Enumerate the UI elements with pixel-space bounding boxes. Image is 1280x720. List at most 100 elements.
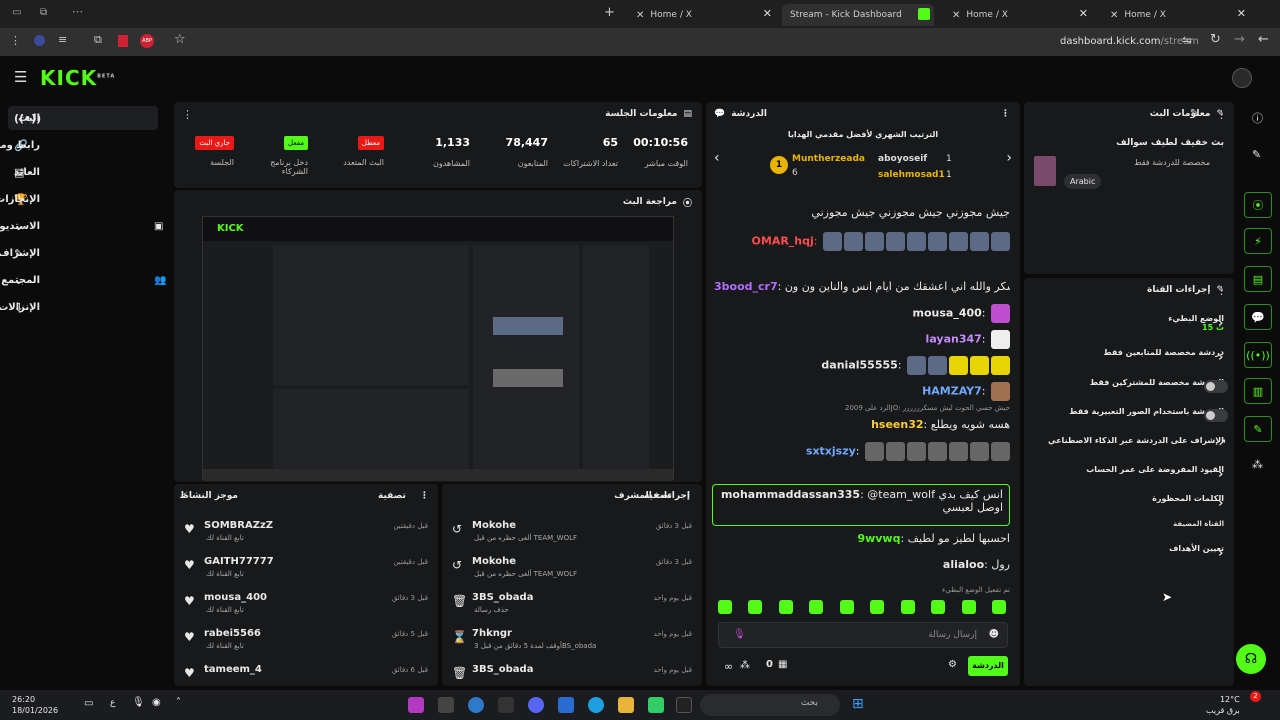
menu-dots-icon[interactable]: ⋮ (10, 34, 21, 47)
support-button[interactable]: ☊ (1236, 644, 1266, 674)
more-options-icon[interactable]: ⋮ (684, 491, 693, 501)
task-view-icon[interactable] (676, 697, 692, 713)
kick-logo[interactable]: KICKBETA (40, 66, 115, 90)
explorer-icon[interactable] (618, 697, 634, 713)
lightning-icon[interactable]: ⚡ (1244, 228, 1272, 254)
nav-item-stream-key[interactable]: 🔗رابط ومفتاح البث (0, 133, 158, 157)
subscribers-only-setting[interactable]: الدردشة مخصصة للمشتركين فقط (1032, 378, 1228, 398)
more-options-icon[interactable]: ⋮ (182, 108, 193, 121)
emote-only-toggle[interactable] (1204, 409, 1228, 422)
account-age-setting[interactable]: القيود المفروضة على عمر الحساب › (1032, 465, 1224, 485)
chat-message[interactable]: OMAR_hqj: (714, 232, 1010, 251)
clock[interactable]: 26:20 18/01/2026 (12, 694, 58, 716)
new-tab-icon[interactable]: + (604, 5, 615, 20)
network-icon[interactable]: ◉ (152, 697, 161, 708)
nav-item-studio[interactable]: ⌄ الاستديو ▣ (0, 214, 163, 238)
star-icon[interactable]: ☆ (174, 32, 186, 47)
nav-item-moderation[interactable]: ✎ الإشراف (0, 241, 158, 265)
more-options-icon[interactable]: ⋮ (420, 491, 429, 501)
extensions-icon[interactable]: ⧉ (94, 33, 102, 47)
chat-icon[interactable]: 💬 (1244, 304, 1272, 330)
reload-icon[interactable]: ↻ (1210, 32, 1221, 47)
microphone-icon[interactable]: 🎙 (132, 697, 145, 708)
discord-icon[interactable] (528, 697, 544, 713)
site-settings-icon[interactable]: ⇋ (1182, 33, 1192, 47)
chat-message[interactable]: جيش مجوزني جيش مجوزني جيش مجوزني (714, 206, 1010, 219)
settings-icon[interactable]: ⚙ (948, 659, 957, 670)
avatar[interactable] (1232, 68, 1252, 88)
tab-actions-icon[interactable]: ⧉ (40, 7, 47, 18)
adblock-icon[interactable]: ABP (140, 34, 154, 48)
broadcast-icon[interactable]: ((•)) (1244, 342, 1272, 368)
back-icon[interactable]: ← (1258, 32, 1269, 47)
emote-icon[interactable] (961, 600, 976, 614)
chat-message[interactable]: 3bood_cr7: اوسكر والله اني اعشقك من ايام… (714, 280, 1010, 293)
windows-start-icon[interactable]: ⊞ (852, 696, 864, 712)
set-goals-setting[interactable]: تعيين الأهداف › (1032, 544, 1224, 564)
hamburger-icon[interactable]: ☰ (14, 68, 27, 86)
more-options-icon[interactable]: ⋮ (1216, 284, 1227, 297)
tab-search-icon[interactable]: ⋯ (72, 5, 83, 18)
chat-message[interactable]: sxtxjszy: (714, 442, 1010, 461)
playlist-icon[interactable]: ≡ (58, 33, 67, 46)
chat-message[interactable]: danial55555: (714, 356, 1010, 375)
emote-icon[interactable] (748, 600, 763, 614)
community-icon[interactable]: ⁂ (1252, 458, 1263, 471)
chat-message[interactable]: HAMZAY7: (714, 382, 1010, 401)
weather-widget[interactable]: 12°C برق قريب (1206, 694, 1240, 716)
document-icon[interactable]: ▤ (1244, 266, 1272, 292)
tab-home-x-1[interactable]: ✕ Home / X ✕ (628, 4, 778, 26)
window-menu-icon[interactable]: ▭ (12, 7, 21, 18)
app-icon[interactable] (408, 697, 424, 713)
wrench-icon[interactable]: ✎ (1244, 416, 1272, 442)
terminal-icon[interactable] (498, 697, 514, 713)
more-options-icon[interactable]: ⋮ (1216, 108, 1227, 121)
preview-icon[interactable]: ⦿ (1244, 192, 1272, 218)
stream-preview-video[interactable]: KICK (202, 216, 674, 481)
chevron-left-icon[interactable]: ‹ (714, 150, 720, 166)
nav-item-stream[interactable]: ((•)) البث (8, 106, 158, 130)
chat-message[interactable]: alialoo: رول (714, 558, 1010, 571)
highlighted-chat-message[interactable]: mohammaddassan335: @team_wolf انس كيف بد… (712, 484, 1010, 526)
info-icon[interactable]: ⓘ (1252, 110, 1263, 126)
send-chat-button[interactable]: الدردشة (968, 656, 1008, 676)
nav-item-drops[interactable]: ⇩الإنزالات و الجوائز (0, 295, 158, 319)
emote-icon[interactable] (870, 600, 885, 614)
banned-words-setting[interactable]: الكلمات المحظورة › (1032, 494, 1224, 514)
filter-button[interactable]: تصفية (644, 491, 672, 501)
chat-message[interactable]: mousa_400: (714, 304, 1010, 323)
emote-icon[interactable] (809, 600, 824, 614)
emote-icon[interactable] (718, 600, 732, 614)
edge-icon[interactable] (588, 697, 604, 713)
chat-message[interactable]: layan347: (714, 330, 1010, 349)
app-icon[interactable] (648, 697, 664, 713)
chat-message[interactable]: 9wvwq: احسبها لطيز مو لطيف (714, 532, 1010, 545)
ai-moderation-setting[interactable]: الإشراف على الدردشة عبر الذكاء الاصطناعي… (1032, 436, 1226, 456)
emoji-icon[interactable]: ☻ (989, 629, 999, 640)
emote-icon[interactable] (839, 600, 854, 614)
tab-home-x-2[interactable]: ✕ Home / X ✕ (944, 4, 1094, 26)
tab-home-x-3[interactable]: ✕ Home / X ✕ (1102, 4, 1252, 26)
emote-icon[interactable] (931, 600, 946, 614)
extension-icon[interactable] (34, 35, 45, 46)
chevron-right-icon[interactable]: › (1006, 150, 1012, 166)
store-icon[interactable] (558, 697, 574, 713)
tab-kick-dashboard[interactable]: Stream - Kick Dashboard (782, 4, 934, 26)
mic-icon[interactable]: 🎙 (733, 629, 746, 640)
close-tab-icon[interactable]: ✕ (1079, 7, 1088, 20)
notification-icon[interactable]: ▭ (84, 698, 93, 709)
emote-only-setting[interactable]: الدردشة باستخدام الصور التعبيرية فقط (1032, 407, 1228, 427)
layout-icon[interactable]: ▥ (1244, 378, 1272, 404)
filter-button[interactable]: تصفية (378, 491, 406, 501)
emote-icon[interactable] (778, 600, 793, 614)
close-tab-icon[interactable]: ✕ (763, 7, 772, 20)
forward-icon[interactable]: → (1234, 32, 1245, 47)
nav-item-revenue[interactable]: ▤ العائد (8, 160, 158, 184)
tray-chevron-icon[interactable]: ˄ (176, 697, 181, 708)
nav-item-achievements[interactable]: 🏆 الإنجازات (0, 187, 158, 211)
slow-mode-setting[interactable]: الوضع البطيء 15 ث › (1032, 314, 1224, 344)
subscribers-only-toggle[interactable] (1204, 380, 1228, 393)
language-indicator[interactable]: ع (110, 698, 115, 708)
app-icon[interactable] (438, 697, 454, 713)
chat-message[interactable]: hseen32: هسه شويه ويطلع (714, 418, 1010, 431)
